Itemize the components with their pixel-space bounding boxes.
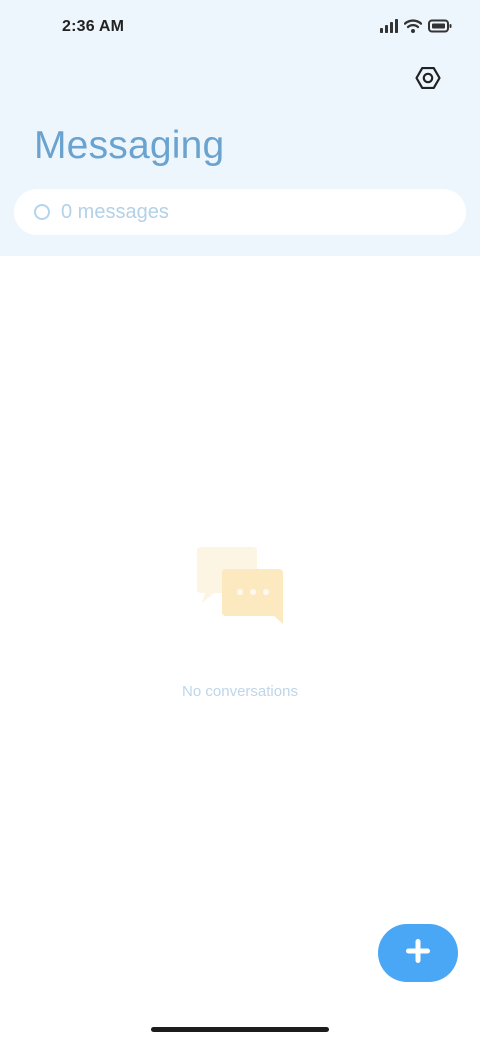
status-bar: 2:36 AM (0, 0, 480, 56)
wifi-icon (403, 18, 423, 38)
signal-icon (380, 18, 398, 38)
search-text: 0 messages (61, 201, 169, 223)
status-icons (380, 18, 452, 38)
battery-icon (428, 19, 452, 38)
plus-icon (404, 937, 432, 970)
home-indicator[interactable] (151, 1027, 329, 1032)
status-time: 2:36 AM (62, 18, 125, 35)
search-icon (34, 204, 50, 220)
search-bar[interactable]: 0 messages (14, 189, 466, 235)
settings-button[interactable] (410, 62, 446, 98)
empty-state-message: No conversations (182, 683, 298, 700)
page-title: Messaging (34, 124, 225, 167)
new-conversation-button[interactable] (378, 924, 458, 982)
chat-bubbles-icon (194, 544, 286, 626)
settings-icon (415, 65, 441, 96)
